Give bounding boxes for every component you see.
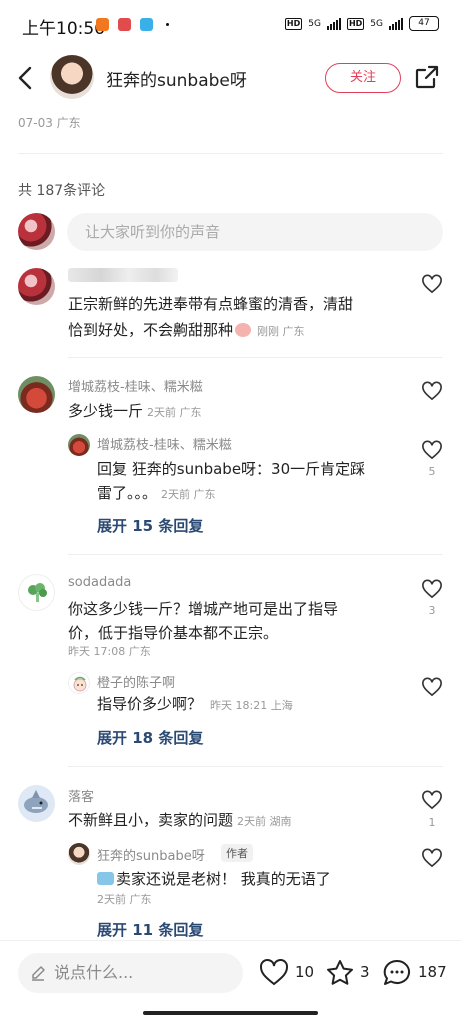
reply-text: 卖家还说是老树！ 我真的无语了 — [116, 870, 331, 888]
home-indicator — [143, 1011, 318, 1015]
comment-input[interactable]: 让大家听到你的声音 — [67, 213, 443, 251]
like-count: 10 — [295, 963, 315, 981]
cartoon-face-icon — [73, 676, 87, 692]
share-icon[interactable] — [415, 65, 439, 89]
hd-icon: HD — [284, 17, 303, 30]
say-placeholder: 说点什么... — [54, 963, 134, 982]
comment-like-count: 1 — [428, 816, 436, 829]
divider — [68, 357, 443, 358]
status-time: 上午10:56 — [22, 19, 105, 39]
reply-username[interactable]: 狂奔的sunbabe呀 — [97, 845, 205, 864]
comment-text-line: 正宗新鲜的先进奉带有点蜂蜜的清香，清甜 — [68, 295, 354, 313]
divider — [18, 153, 443, 154]
reply-text: 雷了。。。 — [97, 484, 158, 502]
reply-text: 指导价多少啊？ — [97, 695, 203, 713]
back-arrow-icon[interactable] — [16, 66, 36, 90]
divider — [68, 554, 443, 555]
comment-text: 恰到好处，不会齁甜那种 — [68, 321, 234, 339]
comment-text: 不新鲜且小，卖家的问题 — [68, 811, 234, 829]
reply-avatar[interactable] — [68, 843, 90, 865]
comment-text-line: 你这多少钱一斤？增城产地可是出了指导 — [68, 600, 339, 618]
like-heart-icon[interactable] — [421, 579, 443, 599]
signal-icon — [326, 17, 341, 30]
dot-icon — [166, 23, 169, 26]
my-avatar — [18, 213, 55, 250]
comment-meta: 2天前 湖南 — [237, 815, 292, 828]
emoji-icon — [97, 872, 114, 885]
reply-text-line: 卖家还说是老树！ 我真的无语了 — [97, 867, 331, 891]
reply-like-count: 5 — [428, 465, 436, 478]
like-heart-icon[interactable] — [421, 790, 443, 810]
reply-avatar[interactable] — [68, 434, 90, 456]
comment-meta: 昨天 17:08 广东 — [68, 645, 151, 658]
reply-username[interactable]: 增城荔枝-桂味、糯米糍 — [97, 434, 232, 453]
like-heart-icon[interactable] — [421, 440, 443, 460]
bird-app-icon — [140, 18, 153, 31]
comment-like-count: 3 — [428, 604, 436, 617]
like-heart-icon[interactable] — [421, 848, 443, 868]
comment-text-line: 恰到好处，不会齁甜那种 刚刚 广东 — [68, 318, 305, 344]
reply-text-line: 回复 狂奔的sunbabe呀：30一斤肯定踩 — [97, 460, 366, 478]
comment-meta: 刚刚 广东 — [257, 325, 305, 338]
comment-bubble-icon[interactable] — [382, 958, 412, 988]
reply-text-line: 雷了。。。 2天前 广东 — [97, 481, 216, 507]
comment-username[interactable]: 落客 — [68, 786, 94, 805]
say-something-input[interactable]: 说点什么... — [18, 953, 243, 993]
like-heart-icon[interactable] — [259, 958, 289, 988]
reply-meta: 2天前 广东 — [161, 488, 216, 501]
reply-meta: 2天前 广东 — [97, 893, 152, 906]
pen-icon — [32, 966, 45, 981]
comment-text: 多少钱一斤 — [68, 402, 144, 420]
bottom-bar: 说点什么... 10 3 187 — [0, 940, 461, 1024]
commenter-avatar[interactable] — [18, 268, 55, 305]
broccoli-icon — [28, 583, 47, 602]
status-bar: 上午10:56 HD 5G HD 5G 47 — [0, 0, 461, 50]
comment-username[interactable]: sodadada — [68, 575, 131, 590]
network-label-2: 5G — [370, 18, 383, 29]
status-right: HD 5G HD 5G 47 — [284, 16, 439, 31]
comment-text-line: 价，低于指导价基本都不正宗。 — [68, 624, 279, 642]
commenter-avatar[interactable] — [18, 376, 55, 413]
shark-icon — [24, 790, 48, 813]
star-count: 3 — [360, 963, 370, 981]
post-date-location: 07-03 广东 — [18, 116, 81, 130]
nav-bar: 狂奔的sunbabe呀 关注 — [0, 50, 461, 106]
reply-meta: 昨天 18:21 上海 — [210, 699, 293, 712]
reply-text-line: 指导价多少啊？ 昨天 18:21 上海 — [97, 692, 293, 718]
comment-text-line: 不新鲜且小，卖家的问题 2天前 湖南 — [68, 808, 292, 834]
battery-icon: 47 — [409, 16, 439, 31]
author-avatar[interactable] — [50, 55, 94, 99]
xiaomi-app-icon — [96, 18, 109, 31]
signal-icon-2 — [389, 17, 403, 30]
pig-emoji-icon — [235, 323, 252, 337]
video-app-icon — [118, 18, 131, 31]
comment-count: 共 187条评论 — [18, 183, 106, 199]
like-heart-icon[interactable] — [421, 677, 443, 697]
expand-replies-link[interactable]: 展开 18 条回复 — [97, 727, 203, 748]
blurred-username — [68, 268, 178, 282]
reply-username[interactable]: 橙子的陈子啊 — [97, 672, 175, 691]
commenter-avatar[interactable] — [18, 785, 55, 822]
author-badge: 作者 — [221, 844, 253, 862]
star-icon[interactable] — [325, 958, 355, 988]
network-label-1: 5G — [308, 18, 321, 29]
like-heart-icon[interactable] — [421, 381, 443, 401]
comment-meta: 2天前 广东 — [147, 406, 202, 419]
author-name[interactable]: 狂奔的sunbabe呀 — [106, 66, 247, 91]
divider — [68, 766, 443, 767]
hd-icon-2: HD — [346, 17, 365, 30]
commenter-avatar[interactable] — [18, 574, 55, 611]
comment-username[interactable]: 增城荔枝-桂味、糯米糍 — [68, 376, 203, 395]
reply-avatar[interactable] — [68, 672, 90, 694]
expand-replies-link[interactable]: 展开 11 条回复 — [97, 919, 203, 940]
comment-count-bottom: 187 — [418, 963, 447, 981]
expand-replies-link[interactable]: 展开 15 条回复 — [97, 515, 203, 536]
like-heart-icon[interactable] — [421, 274, 443, 294]
comment-text-line: 多少钱一斤 2天前 广东 — [68, 399, 202, 425]
follow-button[interactable]: 关注 — [325, 63, 401, 93]
